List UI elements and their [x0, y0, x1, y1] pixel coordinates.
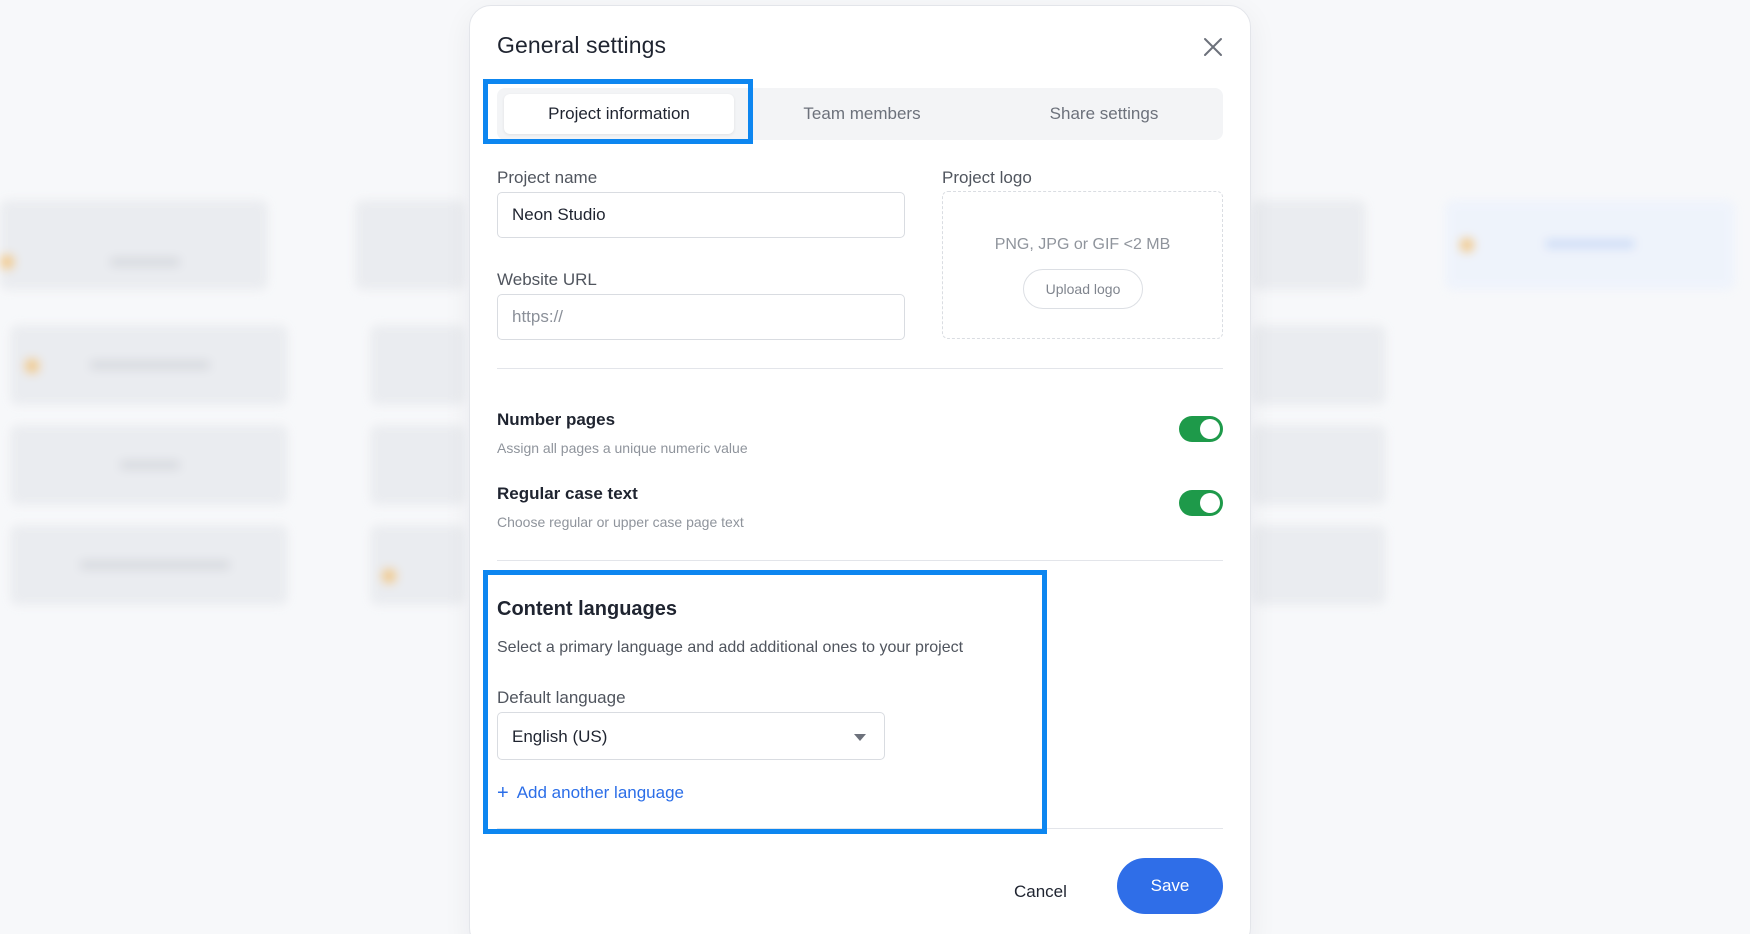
regular-case-subtitle: Choose regular or upper case page text — [497, 514, 744, 530]
content-languages-title: Content languages — [497, 598, 678, 620]
dialog-title: General settings — [497, 32, 667, 58]
upload-logo-button[interactable]: Upload logo — [1023, 269, 1143, 309]
default-language-select[interactable]: English (US) — [497, 712, 885, 760]
project-logo-label: Project logo — [942, 168, 1032, 187]
regular-case-title: Regular case text — [497, 484, 638, 503]
bg-card — [10, 325, 288, 405]
default-language-label: Default language — [497, 688, 626, 707]
regular-case-toggle[interactable] — [1179, 490, 1223, 516]
tab-share-settings[interactable]: Share settings — [989, 94, 1219, 134]
number-pages-title: Number pages — [497, 410, 616, 429]
bg-card — [1445, 200, 1735, 290]
bg-card — [370, 425, 465, 505]
bg-card — [1251, 425, 1386, 505]
bg-card — [10, 525, 288, 605]
tab-project-information[interactable]: Project information — [504, 94, 734, 134]
toggle-knob — [1200, 493, 1220, 513]
plus-icon: + — [497, 782, 509, 804]
divider — [497, 828, 1223, 829]
content-languages-subtitle: Select a primary language and add additi… — [497, 639, 964, 656]
bg-card — [1251, 200, 1366, 290]
website-url-input[interactable] — [497, 294, 905, 340]
logo-dropzone[interactable]: PNG, JPG or GIF <2 MB Upload logo — [942, 191, 1223, 339]
bg-card — [0, 200, 268, 290]
chevron-down-icon — [854, 734, 866, 741]
add-language-link[interactable]: + Add another language — [497, 783, 684, 803]
add-language-label: Add another language — [516, 783, 684, 802]
project-name-label: Project name — [497, 168, 598, 187]
close-icon — [1204, 38, 1222, 56]
save-button[interactable]: Save — [1117, 858, 1223, 914]
tab-bar: Project information Team members Share s… — [497, 88, 1223, 140]
website-url-label: Website URL — [497, 270, 597, 289]
default-language-value: English (US) — [512, 727, 608, 746]
bg-card — [1251, 325, 1386, 405]
bg-card — [370, 325, 465, 405]
project-name-input[interactable] — [497, 192, 905, 238]
cancel-button[interactable]: Cancel — [1014, 882, 1067, 902]
logo-format-hint: PNG, JPG or GIF <2 MB — [994, 236, 1171, 253]
general-settings-dialog: General settings Project information Tea… — [469, 5, 1251, 934]
bg-card — [355, 200, 465, 290]
toggle-knob — [1200, 419, 1220, 439]
number-pages-toggle[interactable] — [1179, 416, 1223, 442]
divider — [497, 560, 1223, 561]
bg-card — [1251, 525, 1386, 605]
divider — [497, 368, 1223, 369]
bg-card — [10, 425, 288, 505]
bg-card — [370, 525, 465, 605]
tab-team-members[interactable]: Team members — [747, 94, 977, 134]
number-pages-subtitle: Assign all pages a unique numeric value — [497, 440, 748, 456]
close-button[interactable] — [1200, 34, 1226, 60]
